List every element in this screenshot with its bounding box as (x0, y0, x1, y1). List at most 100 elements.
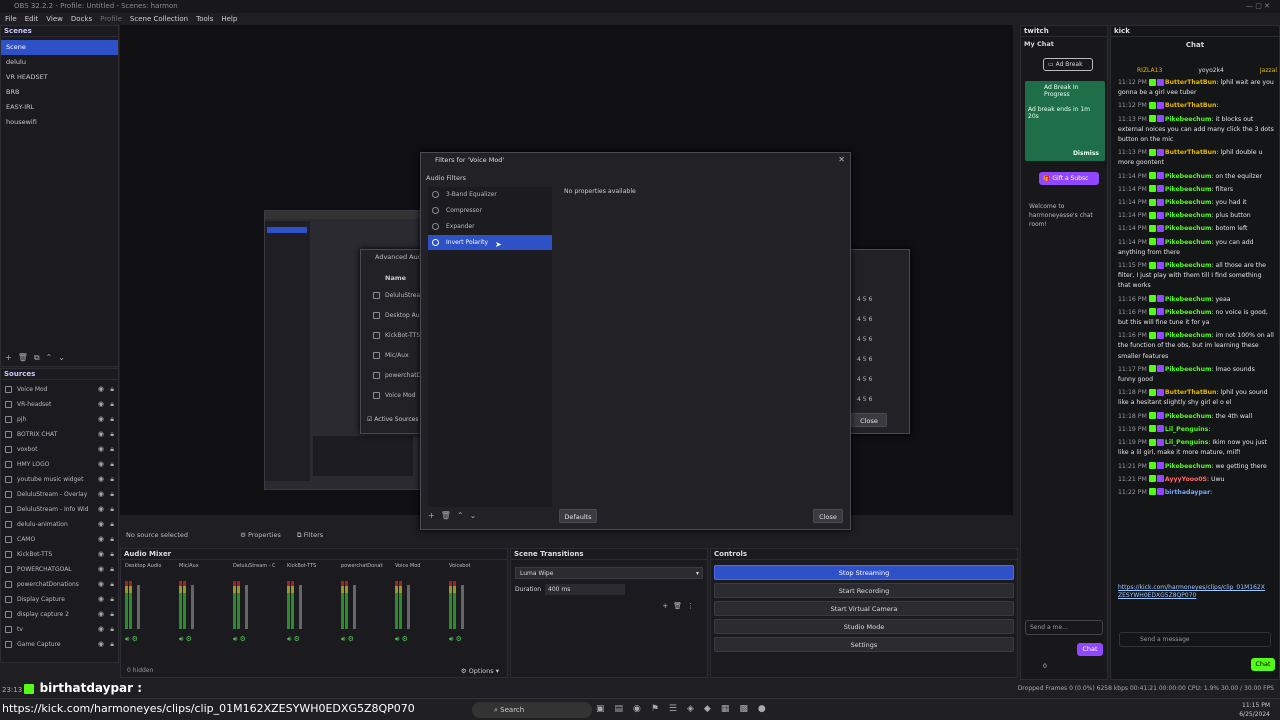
source-item[interactable]: pjh ◉ 🔒︎ (1, 412, 118, 427)
lock-icon[interactable]: 🔒︎ (110, 416, 114, 423)
twitch-chat-button[interactable]: Chat (1077, 643, 1103, 656)
lock-icon[interactable]: 🔒︎ (110, 566, 114, 573)
stop-streaming-button[interactable]: Stop Streaming (714, 565, 1014, 580)
scene-item[interactable]: Scene (1, 40, 118, 55)
volume-slider[interactable] (191, 585, 194, 629)
volume-slider[interactable] (461, 585, 464, 629)
chat-username[interactable]: Pikebeechum (1165, 116, 1212, 123)
start-virtual-camera-button[interactable]: Start Virtual Camera (714, 601, 1014, 616)
eye-icon[interactable]: ◉ (98, 446, 104, 453)
volume-slider[interactable] (407, 585, 410, 629)
filter-item-selected[interactable]: Invert Polarity (428, 235, 552, 250)
lock-icon[interactable]: 🔒︎ (110, 521, 114, 528)
dismiss-button[interactable]: Dismiss (1073, 150, 1099, 157)
chat-username[interactable]: Pikebeechum (1165, 296, 1212, 303)
eye-icon[interactable]: ◉ (98, 476, 104, 483)
menu-view[interactable]: View (46, 13, 63, 25)
chat-username[interactable]: Pikebeechum (1165, 186, 1212, 193)
eye-icon[interactable] (432, 207, 439, 214)
mute-icon[interactable]: 🔊︎ ⚙ (341, 635, 385, 644)
defaults-button[interactable]: Defaults (559, 509, 597, 523)
source-item[interactable]: Voice Mod ◉ 🔒︎ (1, 382, 118, 397)
ad-break-tab[interactable]: ▭ Ad Break (1043, 58, 1093, 71)
lock-icon[interactable]: 🔒︎ (110, 596, 114, 603)
source-item[interactable]: Display Capture ◉ 🔒︎ (1, 592, 118, 607)
eye-icon[interactable]: ◉ (98, 581, 104, 588)
top-user[interactable]: RIZLA13 (1137, 67, 1162, 74)
source-item[interactable]: VR-headset ◉ 🔒︎ (1, 397, 118, 412)
track-checkbox-row[interactable]: 4 5 6 (857, 290, 903, 310)
eye-icon[interactable]: ◉ (98, 521, 104, 528)
lock-icon[interactable]: 🔒︎ (110, 611, 114, 618)
lock-icon[interactable]: 🔒︎ (110, 626, 114, 633)
source-item[interactable]: BOTRIX CHAT ◉ 🔒︎ (1, 427, 118, 442)
kick-chat-button[interactable]: Chat (1251, 658, 1275, 671)
filter-item[interactable]: Expander (428, 219, 552, 234)
eye-icon[interactable]: ◉ (98, 431, 104, 438)
lock-icon[interactable]: 🔒︎ (110, 401, 114, 408)
chat-username[interactable]: Pikebeechum (1165, 262, 1212, 269)
source-item[interactable]: KickBot-TTS ◉ 🔒︎ (1, 547, 118, 562)
eye-icon[interactable]: ◉ (98, 596, 104, 603)
source-item[interactable]: Game Capture ◉ 🔒︎ (1, 637, 118, 652)
eye-icon[interactable]: ◉ (98, 641, 104, 648)
lock-icon[interactable]: 🔒︎ (110, 476, 114, 483)
chat-username[interactable]: ButterThatBun (1165, 149, 1217, 156)
kick-clip-link[interactable]: https://kick.com/harmoneyes/clips/clip_0… (1118, 584, 1268, 600)
eye-icon[interactable]: ◉ (98, 536, 104, 543)
eye-icon[interactable]: ◉ (98, 506, 104, 513)
scenes-toolbar[interactable]: +🗑⧉⌃⌄ (5, 353, 71, 363)
lock-icon[interactable]: 🔒︎ (110, 491, 114, 498)
eye-icon[interactable]: ◉ (98, 611, 104, 618)
lock-icon[interactable]: 🔒︎ (110, 536, 114, 543)
source-item[interactable]: youtube music widget ◉ 🔒︎ (1, 472, 118, 487)
source-item[interactable]: powerchatDonations ◉ 🔒︎ (1, 577, 118, 592)
scene-item[interactable]: BRB (1, 85, 118, 100)
mute-icon[interactable]: 🔊︎ ⚙ (125, 635, 169, 644)
duration-input[interactable]: 400 ms (545, 584, 625, 595)
eye-icon[interactable]: ◉ (98, 461, 104, 468)
track-checkboxes[interactable]: 4 5 6 4 5 6 4 5 6 4 5 6 4 5 6 4 5 6 (857, 290, 903, 410)
source-item[interactable]: POWERCHATGOAL ◉ 🔒︎ (1, 562, 118, 577)
eye-icon[interactable]: ◉ (98, 626, 104, 633)
chat-username[interactable]: Pikebeechum (1165, 366, 1212, 373)
start-recording-button[interactable]: Start Recording (714, 583, 1014, 598)
track-checkbox-row[interactable]: 4 5 6 (857, 390, 903, 410)
eye-icon[interactable] (432, 223, 439, 230)
eye-icon[interactable]: ◉ (98, 386, 104, 393)
filter-item[interactable]: Compressor (428, 203, 552, 218)
source-item[interactable]: voxbot ◉ 🔒︎ (1, 442, 118, 457)
menu-file[interactable]: File (5, 13, 17, 25)
eye-icon[interactable] (432, 191, 439, 198)
chat-username[interactable]: Pikebeechum (1165, 199, 1212, 206)
top-user[interactable]: yoyo2k4 (1198, 67, 1224, 74)
mute-icon[interactable]: 🔊︎ ⚙ (179, 635, 223, 644)
chat-username[interactable]: Pikebeechum (1165, 309, 1212, 316)
transition-select[interactable]: Luma Wipe ▾ (515, 567, 703, 579)
eye-icon[interactable]: ◉ (98, 551, 104, 558)
settings-button[interactable]: Settings (714, 637, 1014, 652)
scene-item[interactable]: delulu (1, 55, 118, 70)
lock-icon[interactable]: 🔒︎ (110, 461, 114, 468)
filter-item[interactable]: 3-Band Equalizer (428, 187, 552, 202)
scene-item[interactable]: EASY-IRL (1, 100, 118, 115)
twitch-chat-input[interactable]: Send a me... (1025, 620, 1103, 635)
properties-button[interactable]: ⚙ Properties (240, 531, 281, 539)
source-item[interactable]: DeluluStream - Overlay ◉ 🔒︎ (1, 487, 118, 502)
chat-username[interactable]: Pikebeechum (1165, 212, 1212, 219)
lock-icon[interactable]: 🔒︎ (110, 551, 114, 558)
menu-scene-collection[interactable]: Scene Collection (130, 13, 188, 25)
chat-username[interactable]: birthadaypar (1165, 489, 1210, 496)
chat-username[interactable]: Pikebeechum (1165, 225, 1212, 232)
gift-sub-button[interactable]: 🎁 Gift a Subsc (1039, 172, 1099, 185)
eye-icon[interactable]: ◉ (98, 401, 104, 408)
menu-profile[interactable]: Profile (100, 13, 122, 25)
volume-slider[interactable] (353, 585, 356, 629)
track-checkbox-row[interactable]: 4 5 6 (857, 310, 903, 330)
taskbar-clock[interactable]: 11:15 PM 6/25/2024 (1239, 701, 1270, 719)
taskbar-apps[interactable]: ▣▤◉⚑☰◈◆▦▩● (596, 704, 776, 714)
mute-icon[interactable]: 🔊︎ ⚙ (449, 635, 493, 644)
volume-slider[interactable] (299, 585, 302, 629)
source-item[interactable]: DeluluStream - Info Wid ◉ 🔒︎ (1, 502, 118, 517)
track-checkbox-row[interactable]: 4 5 6 (857, 350, 903, 370)
